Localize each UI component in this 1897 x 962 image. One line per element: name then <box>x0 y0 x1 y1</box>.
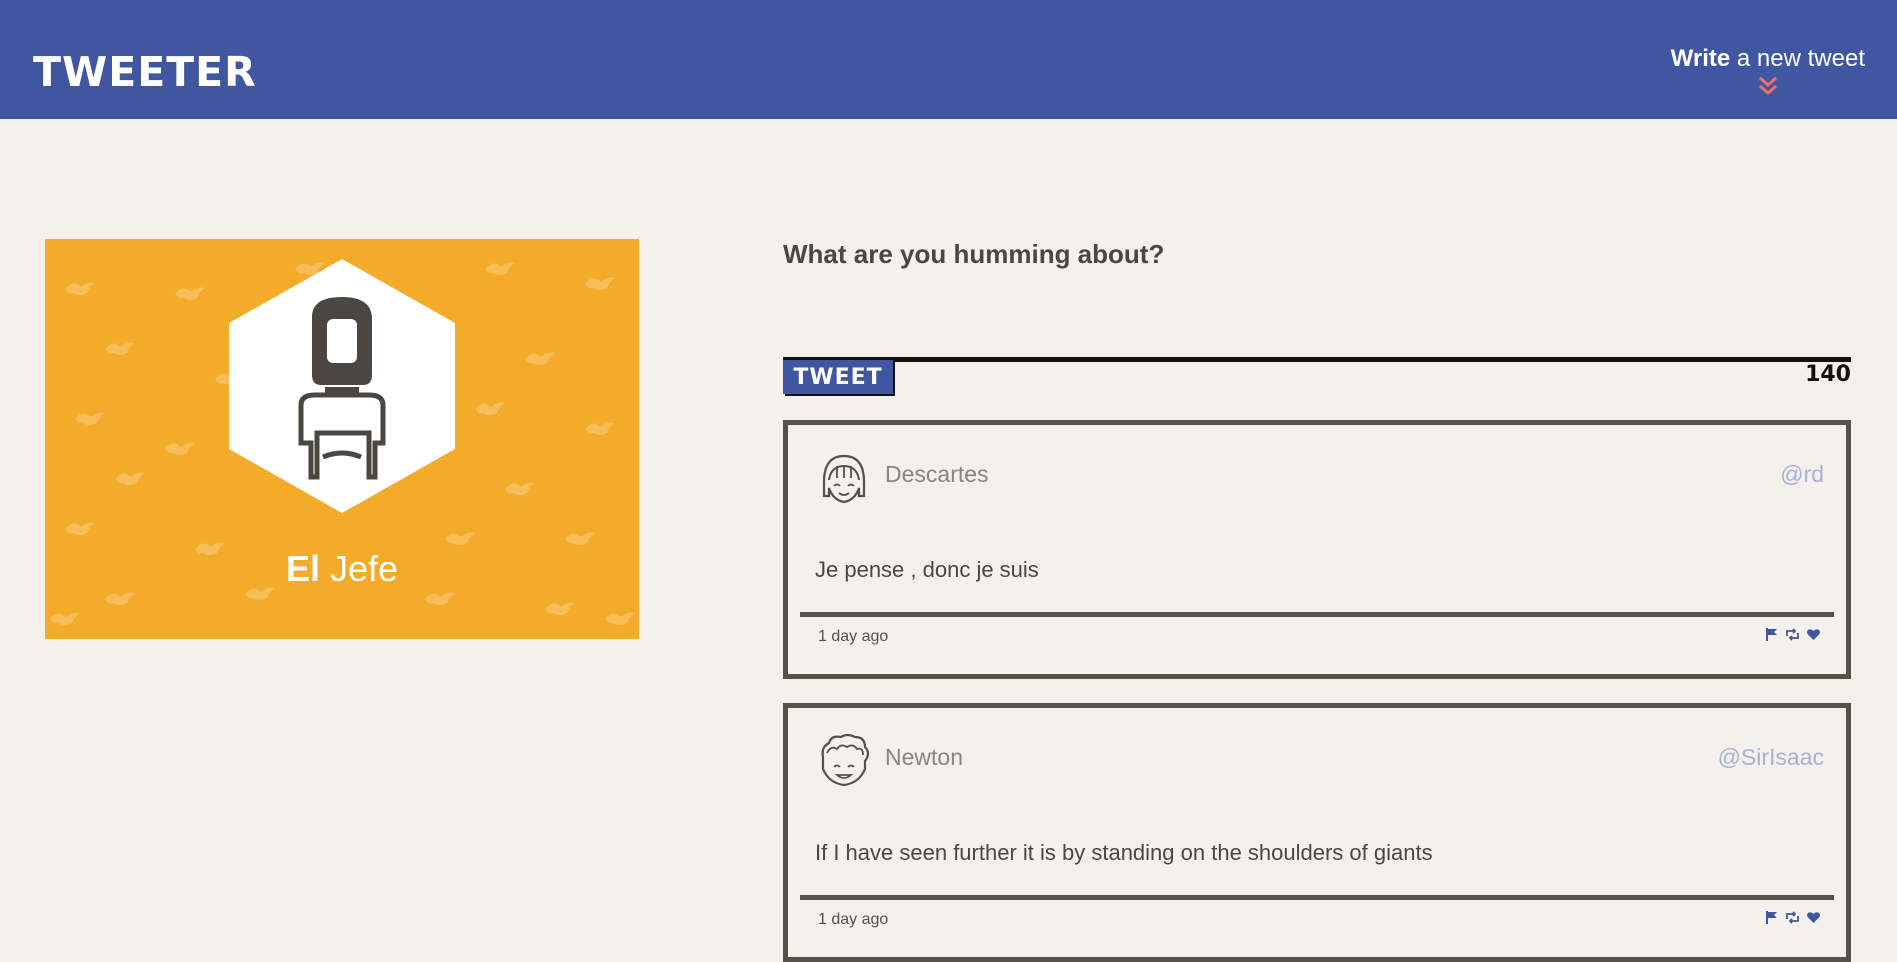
tweet-textarea[interactable] <box>783 282 1851 362</box>
tweet-card: Newton @SirIsaac If I have seen further … <box>783 703 1851 962</box>
compose-label-rest: a new tweet <box>1730 45 1865 72</box>
chevrons-down-icon <box>1758 76 1777 95</box>
tweet-timestamp: 1 day ago <box>818 911 889 928</box>
tweet-actions <box>1764 627 1821 642</box>
top-nav: TWEETER Write a new tweet <box>0 0 1897 119</box>
heart-icon[interactable] <box>1806 627 1821 642</box>
flag-icon[interactable] <box>1764 910 1779 925</box>
retweet-icon[interactable] <box>1785 627 1800 642</box>
profile-first-name: El <box>285 548 320 589</box>
tweet-body: If I have seen further it is by standing… <box>815 840 1433 865</box>
retweet-icon[interactable] <box>1785 910 1800 925</box>
avatar-hexagon <box>229 259 455 513</box>
user-avatar-icon <box>821 733 870 787</box>
heart-icon[interactable] <box>1806 910 1821 925</box>
profile-card: El Jefe <box>45 239 639 639</box>
tweet-timestamp: 1 day ago <box>818 628 889 645</box>
brand-logo[interactable]: TWEETER <box>33 48 257 96</box>
new-tweet-form: What are you humming about? TWEET 140 <box>783 238 1851 394</box>
tweet-card: Descartes @rd Je pense , donc je suis 1 … <box>783 420 1851 679</box>
flag-icon[interactable] <box>1764 627 1779 642</box>
tweet-author-name: Descartes <box>885 461 989 487</box>
tweet-submit-button[interactable]: TWEET <box>783 360 893 394</box>
tweet-actions <box>1764 910 1821 925</box>
tweet-author-name: Newton <box>885 744 963 770</box>
tweet-text-label: What are you humming about? <box>783 239 1165 269</box>
tweet-body: Je pense , donc je suis <box>815 557 1039 582</box>
tweet-author-handle[interactable]: @rd <box>1780 459 1824 489</box>
tweet-author-handle[interactable]: @SirIsaac <box>1718 742 1824 772</box>
profile-last-name: Jefe <box>319 548 399 589</box>
tweet-divider <box>800 612 1834 617</box>
character-counter: 140 <box>1805 362 1851 387</box>
compose-label-strong: Write <box>1670 45 1731 72</box>
write-new-tweet-toggle[interactable]: Write a new tweet <box>1671 44 1865 96</box>
tweet-divider <box>800 895 1834 900</box>
user-avatar-icon <box>822 454 866 504</box>
profile-name: El Jefe <box>45 549 639 589</box>
